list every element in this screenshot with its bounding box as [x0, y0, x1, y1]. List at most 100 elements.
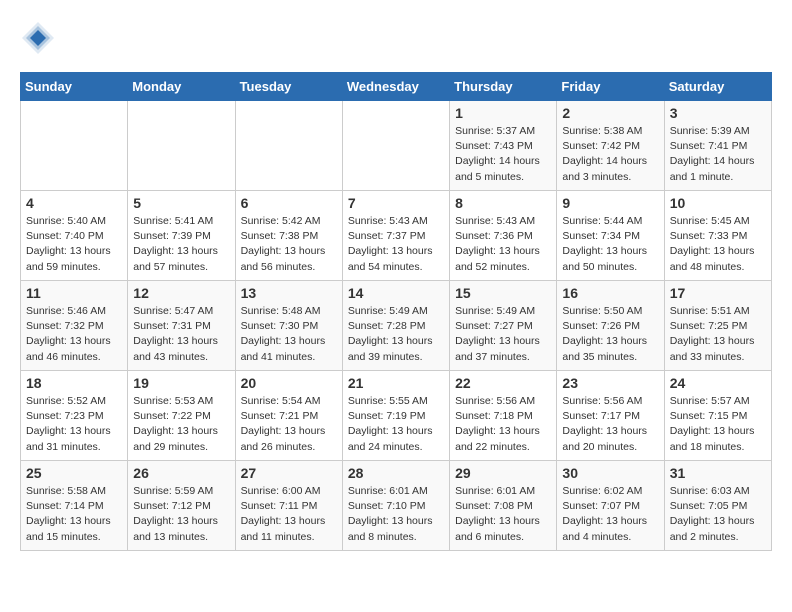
day-info: Sunrise: 5:43 AMSunset: 7:36 PMDaylight:…	[455, 214, 551, 275]
day-number: 25	[26, 465, 122, 481]
day-info: Sunrise: 5:59 AMSunset: 7:12 PMDaylight:…	[133, 484, 229, 545]
day-number: 12	[133, 285, 229, 301]
day-info: Sunrise: 5:46 AMSunset: 7:32 PMDaylight:…	[26, 304, 122, 365]
column-header-wednesday: Wednesday	[342, 73, 449, 101]
day-number: 1	[455, 105, 551, 121]
day-info: Sunrise: 5:44 AMSunset: 7:34 PMDaylight:…	[562, 214, 658, 275]
day-cell	[342, 101, 449, 191]
day-cell: 4 Sunrise: 5:40 AMSunset: 7:40 PMDaylight…	[21, 191, 128, 281]
week-row-3: 11 Sunrise: 5:46 AMSunset: 7:32 PMDayligh…	[21, 281, 772, 371]
day-info: Sunrise: 6:01 AMSunset: 7:08 PMDaylight:…	[455, 484, 551, 545]
day-info: Sunrise: 5:58 AMSunset: 7:14 PMDaylight:…	[26, 484, 122, 545]
week-row-4: 18 Sunrise: 5:52 AMSunset: 7:23 PMDayligh…	[21, 371, 772, 461]
day-number: 5	[133, 195, 229, 211]
day-info: Sunrise: 5:41 AMSunset: 7:39 PMDaylight:…	[133, 214, 229, 275]
day-info: Sunrise: 5:45 AMSunset: 7:33 PMDaylight:…	[670, 214, 766, 275]
day-cell: 2Sunrise: 5:38 AMSunset: 7:42 PMDaylight…	[557, 101, 664, 191]
day-cell: 24 Sunrise: 5:57 AMSunset: 7:15 PMDayligh…	[664, 371, 771, 461]
day-info: Sunrise: 5:47 AMSunset: 7:31 PMDaylight:…	[133, 304, 229, 365]
day-number: 8	[455, 195, 551, 211]
day-number: 28	[348, 465, 444, 481]
day-cell	[21, 101, 128, 191]
column-header-tuesday: Tuesday	[235, 73, 342, 101]
day-cell: 11 Sunrise: 5:46 AMSunset: 7:32 PMDayligh…	[21, 281, 128, 371]
day-info: Sunrise: 5:53 AMSunset: 7:22 PMDaylight:…	[133, 394, 229, 455]
day-info: Sunrise: 5:49 AMSunset: 7:27 PMDaylight:…	[455, 304, 551, 365]
column-header-friday: Friday	[557, 73, 664, 101]
day-number: 21	[348, 375, 444, 391]
day-number: 22	[455, 375, 551, 391]
day-cell: 26Sunrise: 5:59 AMSunset: 7:12 PMDayligh…	[128, 461, 235, 551]
calendar-table: SundayMondayTuesdayWednesdayThursdayFrid…	[20, 72, 772, 551]
day-cell: 16 Sunrise: 5:50 AMSunset: 7:26 PMDayligh…	[557, 281, 664, 371]
day-number: 20	[241, 375, 337, 391]
column-header-sunday: Sunday	[21, 73, 128, 101]
column-header-saturday: Saturday	[664, 73, 771, 101]
day-info: Sunrise: 5:37 AMSunset: 7:43 PMDaylight:…	[455, 124, 551, 185]
day-info: Sunrise: 5:56 AMSunset: 7:17 PMDaylight:…	[562, 394, 658, 455]
logo-icon	[20, 20, 56, 56]
day-cell: 10 Sunrise: 5:45 AMSunset: 7:33 PMDayligh…	[664, 191, 771, 281]
day-number: 29	[455, 465, 551, 481]
day-info: Sunrise: 5:43 AMSunset: 7:37 PMDaylight:…	[348, 214, 444, 275]
day-cell: 25 Sunrise: 5:58 AMSunset: 7:14 PMDayligh…	[21, 461, 128, 551]
day-cell: 28 Sunrise: 6:01 AMSunset: 7:10 PMDayligh…	[342, 461, 449, 551]
header-row: SundayMondayTuesdayWednesdayThursdayFrid…	[21, 73, 772, 101]
day-cell: 20Sunrise: 5:54 AMSunset: 7:21 PMDayligh…	[235, 371, 342, 461]
day-number: 7	[348, 195, 444, 211]
day-number: 16	[562, 285, 658, 301]
day-cell	[235, 101, 342, 191]
day-number: 24	[670, 375, 766, 391]
day-info: Sunrise: 6:01 AMSunset: 7:10 PMDaylight:…	[348, 484, 444, 545]
day-number: 10	[670, 195, 766, 211]
day-number: 6	[241, 195, 337, 211]
week-row-2: 4 Sunrise: 5:40 AMSunset: 7:40 PMDaylight…	[21, 191, 772, 281]
day-cell: 21 Sunrise: 5:55 AMSunset: 7:19 PMDayligh…	[342, 371, 449, 461]
day-cell: 5 Sunrise: 5:41 AMSunset: 7:39 PMDaylight…	[128, 191, 235, 281]
day-cell	[128, 101, 235, 191]
week-row-5: 25 Sunrise: 5:58 AMSunset: 7:14 PMDayligh…	[21, 461, 772, 551]
day-number: 3	[670, 105, 766, 121]
day-cell: 7 Sunrise: 5:43 AMSunset: 7:37 PMDaylight…	[342, 191, 449, 281]
day-number: 15	[455, 285, 551, 301]
day-info: Sunrise: 5:57 AMSunset: 7:15 PMDaylight:…	[670, 394, 766, 455]
day-info: Sunrise: 5:52 AMSunset: 7:23 PMDaylight:…	[26, 394, 122, 455]
day-cell: 14 Sunrise: 5:49 AMSunset: 7:28 PMDayligh…	[342, 281, 449, 371]
day-info: Sunrise: 6:03 AMSunset: 7:05 PMDaylight:…	[670, 484, 766, 545]
day-info: Sunrise: 5:55 AMSunset: 7:19 PMDaylight:…	[348, 394, 444, 455]
day-info: Sunrise: 5:48 AMSunset: 7:30 PMDaylight:…	[241, 304, 337, 365]
day-cell: 15 Sunrise: 5:49 AMSunset: 7:27 PMDayligh…	[450, 281, 557, 371]
day-cell: 29 Sunrise: 6:01 AMSunset: 7:08 PMDayligh…	[450, 461, 557, 551]
day-number: 31	[670, 465, 766, 481]
day-cell: 23 Sunrise: 5:56 AMSunset: 7:17 PMDayligh…	[557, 371, 664, 461]
day-cell: 27Sunrise: 6:00 AMSunset: 7:11 PMDayligh…	[235, 461, 342, 551]
column-header-thursday: Thursday	[450, 73, 557, 101]
day-number: 23	[562, 375, 658, 391]
page-header	[20, 20, 772, 56]
day-number: 14	[348, 285, 444, 301]
day-cell: 31 Sunrise: 6:03 AMSunset: 7:05 PMDayligh…	[664, 461, 771, 551]
day-cell: 22 Sunrise: 5:56 AMSunset: 7:18 PMDayligh…	[450, 371, 557, 461]
week-row-1: 1 Sunrise: 5:37 AMSunset: 7:43 PMDaylight…	[21, 101, 772, 191]
day-number: 27	[241, 465, 337, 481]
day-info: Sunrise: 5:39 AMSunset: 7:41 PMDaylight:…	[670, 124, 766, 185]
day-info: Sunrise: 5:49 AMSunset: 7:28 PMDaylight:…	[348, 304, 444, 365]
day-number: 9	[562, 195, 658, 211]
day-number: 18	[26, 375, 122, 391]
day-info: Sunrise: 5:56 AMSunset: 7:18 PMDaylight:…	[455, 394, 551, 455]
day-number: 4	[26, 195, 122, 211]
day-cell: 19Sunrise: 5:53 AMSunset: 7:22 PMDayligh…	[128, 371, 235, 461]
day-info: Sunrise: 5:40 AMSunset: 7:40 PMDaylight:…	[26, 214, 122, 275]
day-cell: 1 Sunrise: 5:37 AMSunset: 7:43 PMDaylight…	[450, 101, 557, 191]
logo	[20, 20, 62, 56]
day-info: Sunrise: 5:38 AMSunset: 7:42 PMDaylight:…	[562, 124, 658, 185]
day-info: Sunrise: 5:50 AMSunset: 7:26 PMDaylight:…	[562, 304, 658, 365]
day-cell: 8 Sunrise: 5:43 AMSunset: 7:36 PMDaylight…	[450, 191, 557, 281]
day-cell: 13Sunrise: 5:48 AMSunset: 7:30 PMDayligh…	[235, 281, 342, 371]
day-cell: 3 Sunrise: 5:39 AMSunset: 7:41 PMDaylight…	[664, 101, 771, 191]
day-cell: 30Sunrise: 6:02 AMSunset: 7:07 PMDayligh…	[557, 461, 664, 551]
day-info: Sunrise: 5:42 AMSunset: 7:38 PMDaylight:…	[241, 214, 337, 275]
day-info: Sunrise: 5:51 AMSunset: 7:25 PMDaylight:…	[670, 304, 766, 365]
day-number: 11	[26, 285, 122, 301]
day-number: 17	[670, 285, 766, 301]
